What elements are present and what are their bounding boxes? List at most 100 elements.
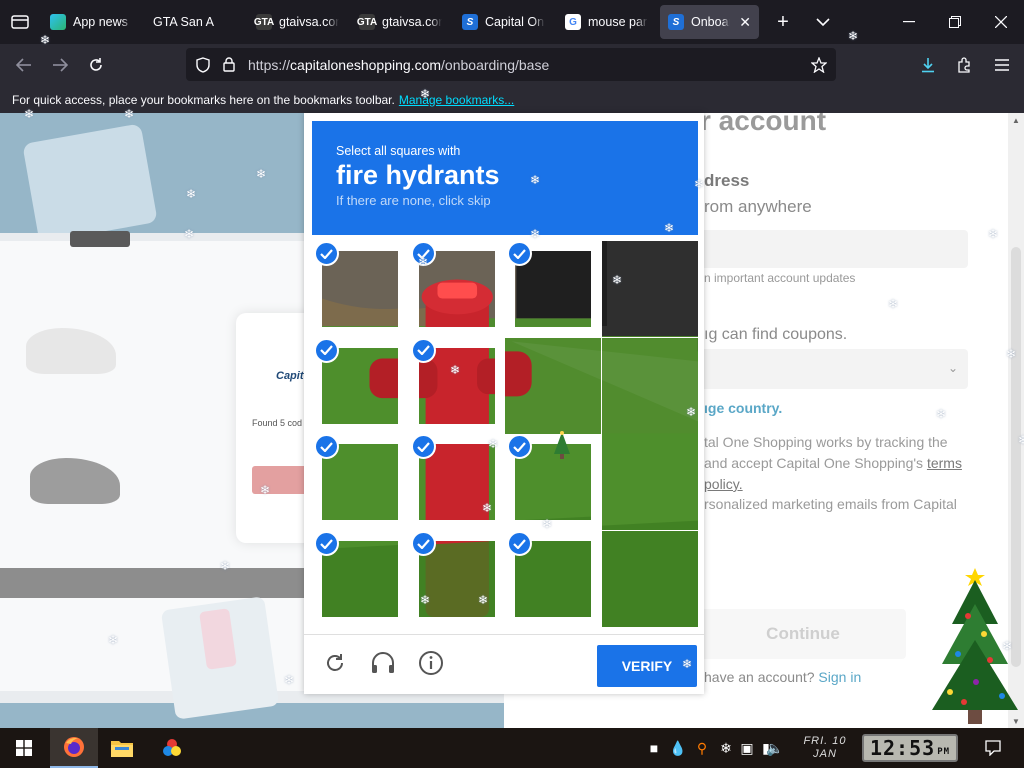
network-icon[interactable]: ▣ [738, 728, 756, 768]
scroll-up-arrow-icon[interactable]: ▲ [1008, 113, 1024, 127]
arrow-left-icon [16, 58, 31, 72]
back-button[interactable] [6, 49, 42, 81]
folder-icon [111, 741, 133, 757]
taskbar-firefox[interactable] [50, 728, 98, 768]
checkmark-icon [314, 337, 339, 363]
app-menu-button[interactable] [984, 49, 1020, 81]
email-subtitle: rom anywhere [704, 197, 812, 216]
tab-label: Capital On [485, 15, 545, 29]
captcha-tile[interactable] [312, 434, 408, 531]
tab-7[interactable]: S Onboardi ✕ [660, 5, 759, 39]
manage-bookmarks-link[interactable]: Manage bookmarks... [399, 93, 514, 107]
captcha-tile[interactable] [408, 337, 505, 434]
audio-challenge-button[interactable] [368, 648, 398, 678]
captcha-tile[interactable] [602, 241, 698, 337]
list-all-tabs-button[interactable] [805, 5, 841, 39]
email-field[interactable] [700, 230, 968, 268]
captcha-tile[interactable] [505, 531, 602, 627]
captcha-tile[interactable] [408, 434, 505, 531]
firefox-view-button[interactable] [0, 0, 40, 44]
tumbler-image [22, 123, 158, 243]
terms-text: tal One Shopping works by tracking the a… [704, 432, 966, 495]
signin-prompt: have an account? Sign in [704, 669, 861, 685]
change-country-link[interactable]: ıge country. [704, 400, 782, 416]
checkmark-icon [410, 531, 436, 556]
chevron-down-icon: ⌄ [947, 361, 958, 375]
new-tab-button[interactable]: + [765, 5, 801, 39]
checkmark-icon [410, 434, 436, 460]
date-day: FRI. 10 [803, 735, 847, 747]
reload-challenge-button[interactable] [320, 648, 350, 678]
speaker-icon[interactable]: 🔈 [764, 728, 786, 768]
clock-ampm: PM [937, 747, 951, 757]
terms-link[interactable]: terms [927, 455, 962, 471]
taskbar-clock[interactable]: 12:53 PM [862, 734, 958, 762]
captcha-image-grid [312, 241, 698, 627]
bookmarks-hint-text: For quick access, place your bookmarks h… [12, 92, 395, 107]
bookmark-star-button[interactable] [806, 48, 832, 81]
captcha-tile[interactable] [602, 337, 698, 434]
tab-2[interactable]: GTA San A [145, 5, 244, 39]
info-button[interactable] [416, 648, 446, 678]
tab-1[interactable]: App news [42, 5, 141, 39]
captcha-tile[interactable] [312, 337, 408, 434]
captcha-hint: If there are none, click skip [336, 193, 491, 208]
close-icon [995, 16, 1007, 28]
tab-5[interactable]: S Capital On [454, 5, 553, 39]
tab-6[interactable]: Gmouse par [557, 5, 656, 39]
chevron-down-icon [816, 18, 830, 27]
taskbar-app[interactable] [148, 728, 196, 768]
captcha-tile-image [505, 337, 602, 434]
captcha-tile[interactable] [505, 337, 602, 434]
lock-icon[interactable] [216, 48, 242, 81]
search-tool-icon[interactable]: ⚲ [692, 728, 712, 768]
taskbar-file-explorer[interactable] [98, 728, 146, 768]
checkmark-icon [314, 241, 339, 266]
taskbar-date[interactable]: FRI. 10 JAN [796, 735, 854, 761]
captcha-tile[interactable] [505, 241, 602, 337]
notifications-button[interactable] [978, 728, 1008, 768]
checkmark-icon [314, 531, 339, 556]
country-select[interactable]: ⌄ [700, 349, 968, 389]
downloads-button[interactable] [910, 49, 946, 81]
reload-button[interactable] [78, 49, 114, 81]
tab-4[interactable]: GTA gtaivsa.cor [351, 5, 450, 39]
policy-link[interactable]: policy. [704, 476, 743, 492]
tab-label: gtaivsa.cor [382, 15, 442, 29]
captcha-tile[interactable] [312, 241, 408, 337]
forward-button[interactable] [42, 49, 78, 81]
clock-time: 12:53 [869, 736, 936, 760]
close-tab-icon[interactable]: ✕ [739, 14, 751, 31]
captcha-tile[interactable] [408, 531, 505, 627]
captcha-footer: VERIFY [304, 634, 704, 694]
captcha-tile[interactable] [602, 434, 698, 531]
close-window-button[interactable] [978, 0, 1024, 44]
restore-button[interactable] [932, 0, 978, 44]
snowflake-tray-icon[interactable]: ❄ [716, 728, 736, 768]
laptop-camera-notch [70, 231, 130, 247]
tracking-protection-shield-icon[interactable] [190, 48, 216, 81]
url-bar[interactable]: https://capitaloneshopping.com/onboardin… [186, 48, 836, 81]
tab-3[interactable]: GTA gtaivsa.cor [248, 5, 347, 39]
minimize-button[interactable] [886, 0, 932, 44]
minimize-icon [903, 21, 915, 23]
date-month: JAN [813, 748, 837, 760]
extensions-button[interactable] [946, 49, 982, 81]
start-button[interactable] [0, 728, 48, 768]
reload-icon [327, 654, 343, 671]
droplet-icon[interactable]: 💧 [668, 728, 688, 768]
tray-app-icon[interactable]: ■ [644, 728, 664, 768]
screen: App news GTA San A GTA gtaivsa.cor GTA gtaivs… [0, 0, 1024, 768]
card-found-text: Found 5 cod [252, 418, 303, 428]
url-text[interactable]: https://capitaloneshopping.com/onboardin… [248, 57, 549, 73]
captcha-header: Select all squares with fire hydrants If… [312, 121, 698, 235]
continue-button[interactable]: Continue [700, 609, 906, 659]
captcha-tile[interactable] [408, 241, 505, 337]
captcha-tile[interactable] [312, 531, 408, 627]
arrow-right-icon [53, 58, 68, 72]
captcha-tile[interactable] [602, 531, 698, 627]
plus-icon: + [777, 10, 789, 33]
checkmark-icon [410, 241, 436, 266]
verify-button[interactable]: VERIFY [597, 645, 697, 687]
sign-in-link[interactable]: Sign in [818, 669, 861, 685]
